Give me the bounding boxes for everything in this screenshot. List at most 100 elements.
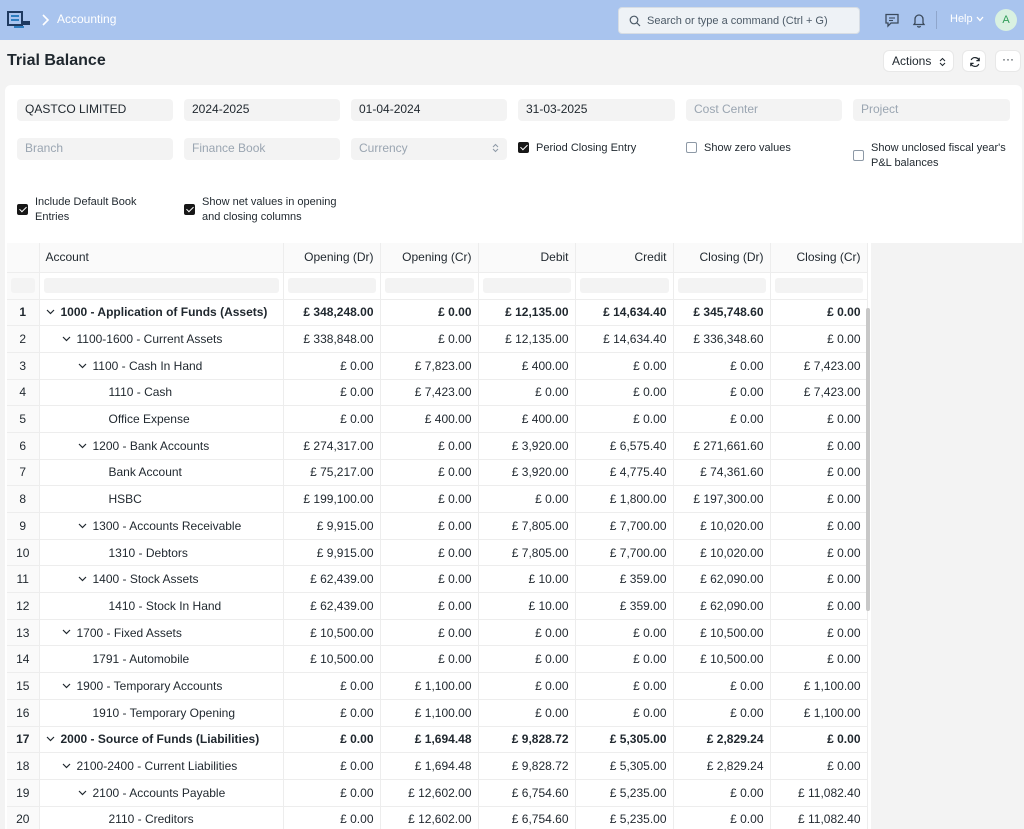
account-cell[interactable]: 2100 - Accounts Payable [39, 779, 284, 807]
row-filter-input[interactable] [11, 278, 35, 293]
closing-dr-cell[interactable]: £ 0.00 [673, 779, 771, 807]
debit-cell[interactable]: £ 9,828.72 [478, 752, 576, 780]
chevron-down-icon[interactable] [46, 736, 55, 742]
actions-button[interactable]: Actions [883, 50, 954, 72]
to-date-field[interactable]: 31-03-2025 [518, 99, 675, 121]
opening-cr-cell[interactable]: £ 0.00 [380, 512, 479, 540]
cost-center-field[interactable]: Cost Center [686, 99, 842, 121]
credit-filter-input[interactable] [579, 278, 669, 293]
chevron-down-icon[interactable] [62, 763, 71, 769]
closing-dr-cell[interactable]: £ 271,661.60 [673, 432, 771, 460]
credit-cell[interactable]: £ 5,235.00 [575, 806, 674, 829]
credit-cell[interactable]: £ 7,700.00 [575, 539, 674, 567]
account-cell[interactable]: 1910 - Temporary Opening [39, 699, 284, 727]
closing-cr-cell[interactable]: £ 0.00 [770, 459, 868, 487]
table-row[interactable]: 1 1000 - Application of Funds (Assets) £… [7, 299, 868, 327]
fiscal-year-field[interactable]: 2024-2025 [184, 99, 340, 121]
closing-cr-cell[interactable]: £ 0.00 [770, 405, 868, 433]
search-input[interactable] [647, 13, 852, 29]
closing-cr-cell[interactable]: £ 0.00 [770, 726, 868, 754]
closing-cr-cell[interactable]: £ 11,082.40 [770, 806, 868, 829]
credit-cell[interactable]: £ 359.00 [575, 592, 674, 620]
column-header-closing-cr[interactable]: Closing (Cr) [770, 243, 868, 273]
opening-dr-cell[interactable]: £ 0.00 [283, 699, 381, 727]
closing-cr-cell[interactable]: £ 0.00 [770, 512, 868, 540]
credit-cell[interactable]: £ 14,634.40 [575, 325, 674, 353]
credit-cell[interactable]: £ 14,634.40 [575, 299, 674, 327]
show-unclosed-pl-checkbox[interactable]: Show unclosed fiscal year's P&L balances [853, 141, 1019, 173]
account-cell[interactable]: 2000 - Source of Funds (Liabilities) [39, 726, 284, 754]
closing-cr-cell[interactable]: £ 7,423.00 [770, 379, 868, 407]
opening-dr-cell[interactable]: £ 0.00 [283, 779, 381, 807]
table-row[interactable]: 13 1700 - Fixed Assets £ 10,500.00 £ 0.0… [7, 619, 868, 647]
closing-dr-cell[interactable]: £ 10,500.00 [673, 619, 771, 647]
closing-cr-cell[interactable]: £ 1,100.00 [770, 672, 868, 700]
opening-cr-cell[interactable]: £ 1,694.48 [380, 726, 479, 754]
bell-icon[interactable] [911, 12, 927, 28]
account-cell[interactable]: 2100-2400 - Current Liabilities [39, 752, 284, 780]
opening-dr-cell[interactable]: £ 9,915.00 [283, 512, 381, 540]
period-closing-entry-checkbox[interactable]: Period Closing Entry [518, 141, 668, 157]
checkbox-checked-icon[interactable] [184, 204, 195, 215]
table-row[interactable]: 20 2110 - Creditors £ 0.00 £ 12,602.00 £… [7, 806, 868, 829]
opening-cr-cell[interactable]: £ 0.00 [380, 432, 479, 460]
app-logo-icon[interactable] [7, 10, 31, 30]
help-menu[interactable]: Help [950, 13, 973, 25]
opening-dr-cell[interactable]: £ 10,500.00 [283, 619, 381, 647]
opening-cr-cell[interactable]: £ 12,602.00 [380, 779, 479, 807]
show-net-values-checkbox[interactable]: Show net values in opening and closing co… [184, 195, 354, 227]
opening-cr-cell[interactable]: £ 1,100.00 [380, 672, 479, 700]
closing-cr-cell[interactable]: £ 0.00 [770, 592, 868, 620]
closing-dr-cell[interactable]: £ 74,361.60 [673, 459, 771, 487]
credit-cell[interactable]: £ 0.00 [575, 405, 674, 433]
credit-cell[interactable]: £ 4,775.40 [575, 459, 674, 487]
credit-cell[interactable]: £ 359.00 [575, 565, 674, 594]
account-cell[interactable]: 1200 - Bank Accounts [39, 432, 284, 460]
credit-cell[interactable]: £ 0.00 [575, 699, 674, 727]
opening-cr-cell[interactable]: £ 0.00 [380, 619, 479, 647]
opening-cr-cell[interactable]: £ 0.00 [380, 325, 479, 353]
opening-cr-cell[interactable]: £ 7,823.00 [380, 352, 479, 380]
closing-dr-cell[interactable]: £ 62,090.00 [673, 592, 771, 620]
table-row[interactable]: 6 1200 - Bank Accounts £ 274,317.00 £ 0.… [7, 432, 868, 460]
table-row[interactable]: 14 1791 - Automobile £ 10,500.00 £ 0.00 … [7, 645, 868, 674]
table-row[interactable]: 2 1100-1600 - Current Assets £ 338,848.0… [7, 325, 868, 353]
debit-cell[interactable]: £ 12,135.00 [478, 325, 576, 353]
chevron-down-icon[interactable] [62, 683, 71, 689]
credit-cell[interactable]: £ 7,700.00 [575, 512, 674, 540]
avatar[interactable]: A [995, 9, 1017, 31]
opening-dr-cell[interactable]: £ 62,439.00 [283, 565, 381, 594]
closing-dr-cell[interactable]: £ 0.00 [673, 806, 771, 829]
project-field[interactable]: Project [853, 99, 1010, 121]
breadcrumb-accounting[interactable]: Accounting [57, 12, 116, 26]
closing-cr-cell[interactable]: £ 0.00 [770, 539, 868, 567]
debit-cell[interactable]: £ 0.00 [478, 379, 576, 407]
credit-cell[interactable]: £ 6,575.40 [575, 432, 674, 460]
debit-cell[interactable]: £ 0.00 [478, 645, 576, 674]
chevron-down-icon[interactable] [62, 336, 71, 342]
account-cell[interactable]: 1100-1600 - Current Assets [39, 325, 284, 353]
show-zero-values-checkbox[interactable]: Show zero values [686, 141, 836, 157]
checkbox-checked-icon[interactable] [518, 142, 529, 153]
opening-cr-cell[interactable]: £ 0.00 [380, 565, 479, 594]
account-cell[interactable]: 1100 - Cash In Hand [39, 352, 284, 380]
include-default-book-checkbox[interactable]: Include Default Book Entries [17, 195, 177, 227]
debit-cell[interactable]: £ 10.00 [478, 592, 576, 620]
credit-cell[interactable]: £ 0.00 [575, 352, 674, 380]
debit-cell[interactable]: £ 10.00 [478, 565, 576, 594]
account-cell[interactable]: 1700 - Fixed Assets [39, 619, 284, 647]
account-cell[interactable]: 1110 - Cash [39, 379, 284, 407]
debit-cell[interactable]: £ 7,805.00 [478, 512, 576, 540]
credit-cell[interactable]: £ 1,800.00 [575, 485, 674, 513]
column-header-opening-dr[interactable]: Opening (Dr) [283, 243, 381, 273]
closing-dr-cell[interactable]: £ 10,020.00 [673, 539, 771, 567]
opening-cr-cell[interactable]: £ 7,423.00 [380, 379, 479, 407]
table-row[interactable]: 5 Office Expense £ 0.00 £ 400.00 £ 400.0… [7, 405, 868, 433]
account-cell[interactable]: 1000 - Application of Funds (Assets) [39, 299, 284, 327]
column-header-closing-dr[interactable]: Closing (Dr) [673, 243, 771, 273]
opening-dr-cell[interactable]: £ 0.00 [283, 405, 381, 433]
opening-cr-cell[interactable]: £ 0.00 [380, 459, 479, 487]
checkbox-checked-icon[interactable] [17, 204, 28, 215]
column-header-credit[interactable]: Credit [575, 243, 674, 273]
closing-dr-cell[interactable]: £ 0.00 [673, 352, 771, 380]
